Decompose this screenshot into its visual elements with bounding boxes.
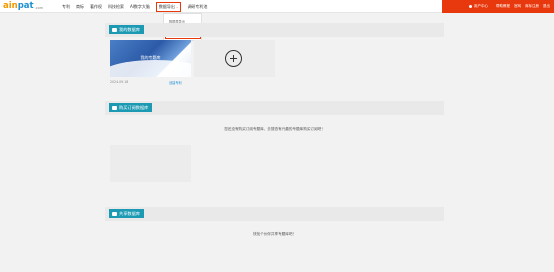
card-edit-link[interactable]: 创建专利	[169, 80, 182, 85]
logo[interactable]: ainpat .com	[3, 2, 43, 11]
nav-item-data-export[interactable]: 数据导出⌄	[155, 1, 182, 12]
section-title-shared: 共享数据库	[109, 209, 144, 218]
trademark-link[interactable]: 商标注册	[525, 4, 539, 9]
nav-item-patent-pool[interactable]: 调研专利池	[187, 4, 207, 10]
nav-item-ai-brain[interactable]: AI数字大脑	[130, 4, 150, 10]
user-icon	[469, 5, 472, 8]
logo-domain: .com	[34, 6, 44, 10]
database-icon	[112, 211, 117, 216]
bought-empty-message: 您还没有购买订阅专题库，去搜查有兴趣的专题库购买订阅吧！	[224, 127, 325, 131]
top-navbar: ainpat .com 专利 商标 著作权 科技检索 AI数字大脑 数据导出⌄ …	[0, 0, 554, 13]
shared-empty-message: 快找个伙伴共享专题库吧！	[252, 232, 297, 236]
nav-item-patent[interactable]: 专利	[62, 4, 70, 10]
add-db-card[interactable]	[194, 40, 275, 77]
section-header-mine: 我的数据库	[105, 23, 444, 37]
help-link[interactable]: 帮助教程	[496, 4, 510, 9]
card-date: 2024.09.18	[110, 80, 129, 84]
section-header-bought: 购买订阅数据库	[105, 101, 444, 115]
database-icon	[112, 105, 117, 110]
nav-item-tech-search[interactable]: 科技检索	[108, 4, 124, 10]
section-title-bought: 购买订阅数据库	[109, 103, 153, 112]
site-link[interactable]: 官网	[514, 4, 521, 9]
nav-item-data-export-label: 数据导出	[158, 3, 175, 9]
topic-db-card[interactable]: 我的专题库	[110, 40, 191, 77]
user-area: 用户中心 帮助教程 官网 商标注册 退出	[465, 2, 550, 11]
main-nav: 专利 商标 著作权 科技检索 AI数字大脑 数据导出⌄ 调研专利池	[62, 0, 213, 13]
plus-circle-icon	[225, 50, 242, 67]
section-title-mine: 我的数据库	[109, 25, 144, 34]
section-title-bought-label: 购买订阅数据库	[119, 104, 149, 110]
section-header-shared: 共享数据库	[105, 207, 444, 221]
placeholder-block	[110, 145, 191, 182]
nav-item-copyright[interactable]: 著作权	[90, 4, 102, 10]
section-title-mine-label: 我的数据库	[119, 26, 140, 32]
logo-mark: ainpat	[3, 1, 34, 11]
database-icon	[112, 27, 117, 32]
user-center-button[interactable]: 用户中心	[465, 2, 492, 11]
section-title-shared-label: 共享数据库	[119, 210, 140, 216]
card-title: 我的专题库	[140, 55, 161, 60]
nav-item-trademark[interactable]: 商标	[76, 4, 84, 10]
chevron-down-icon: ⌄	[175, 4, 179, 9]
logout-link[interactable]: 退出	[543, 4, 550, 9]
card-wave-decoration	[110, 60, 191, 77]
user-center-label: 用户中心	[474, 4, 488, 8]
